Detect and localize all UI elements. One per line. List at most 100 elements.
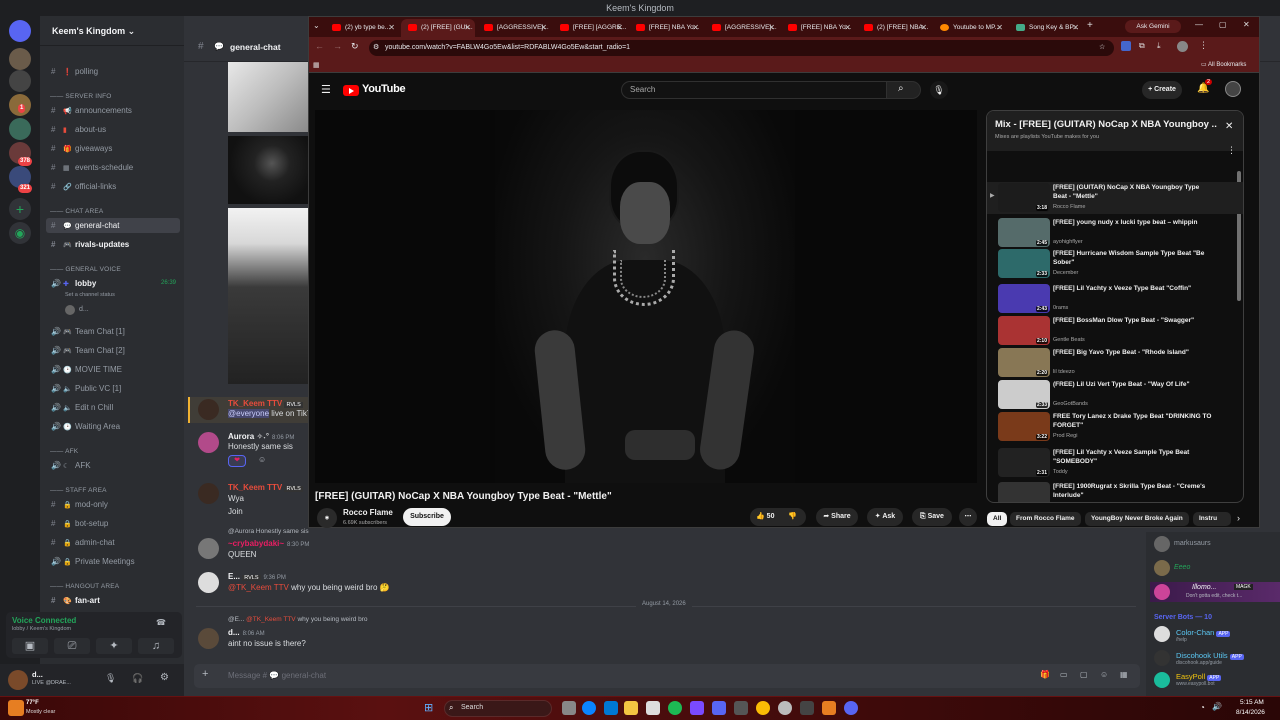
gif-icon[interactable]: ▭	[1060, 670, 1068, 679]
app-icon[interactable]	[778, 701, 792, 715]
extension-icon[interactable]	[1121, 41, 1131, 51]
discover-icon[interactable]: ◉	[9, 222, 31, 244]
microphone-icon[interactable]: 🎙	[105, 673, 116, 684]
taskbar-search[interactable]: ⌕ Search	[444, 700, 552, 717]
member-name[interactable]: Illomo...	[1192, 584, 1217, 591]
channel-rivals-updates[interactable]: # 🎮 rivals-updates	[46, 237, 180, 252]
category-afk[interactable]: —— AFK	[50, 448, 78, 455]
chat-image[interactable]	[228, 136, 308, 204]
site-info-icon[interactable]: ⚙	[373, 40, 379, 56]
message-author[interactable]: E...	[228, 572, 240, 581]
avatar[interactable]	[1154, 672, 1170, 688]
playlist-item[interactable]: 2:33 [FREE] Hurricane Wisdom Sample Type …	[987, 248, 1243, 280]
server-icon[interactable]	[9, 118, 31, 140]
channel-general-chat[interactable]: # 💬 general-chat	[46, 218, 180, 233]
member-name[interactable]: Eeeo	[1174, 564, 1190, 571]
tab-search-icon[interactable]: ⌄	[313, 21, 320, 30]
voice-channel-team-chat-1[interactable]: 🔊 🎮 Team Chat [1]	[46, 324, 180, 339]
bookmark-star-icon[interactable]: ☆	[1099, 40, 1105, 56]
browser-tab[interactable]: [FREE] NBA Yo... ✕	[629, 19, 703, 37]
add-reaction-icon[interactable]: ☺	[258, 455, 266, 464]
close-tab-icon[interactable]: ✕	[1072, 19, 1079, 37]
chrome-taskbar-icon[interactable]	[756, 701, 770, 715]
avatar[interactable]	[198, 572, 219, 593]
apps-icon[interactable]: ▦	[1120, 670, 1128, 679]
mention[interactable]: @TK_Keem TTV	[228, 583, 289, 592]
reply-preview[interactable]: @E... @TK_Keem TTV why you being weird b…	[228, 616, 368, 623]
weather-icon[interactable]	[8, 700, 24, 716]
browser-tab[interactable]: [FREE] [AGGRE... ✕	[553, 19, 627, 37]
channel-name[interactable]: Rocco Flame	[343, 508, 393, 517]
avatar[interactable]	[1154, 650, 1170, 666]
filter-chip[interactable]: Instru	[1193, 512, 1231, 526]
chat-image[interactable]	[228, 208, 308, 384]
avatar[interactable]	[198, 538, 219, 559]
close-tab-icon[interactable]: ✕	[464, 19, 471, 37]
close-tab-icon[interactable]: ✕	[768, 19, 775, 37]
apps-grid-icon[interactable]: ▦	[313, 61, 320, 69]
emoji-icon[interactable]: ☺	[1100, 670, 1108, 679]
new-tab-button[interactable]: +	[1087, 20, 1093, 31]
clock-date[interactable]: 8/14/2026	[1236, 709, 1265, 716]
spotify-icon[interactable]	[668, 701, 682, 715]
profile-avatar[interactable]	[1177, 41, 1188, 52]
server-header[interactable]: Keem's Kingdom ⌄	[40, 16, 184, 46]
extensions-puzzle-icon[interactable]: ⧉	[1139, 41, 1145, 51]
avatar[interactable]	[1154, 560, 1170, 576]
soundboard-button[interactable]: ♫	[138, 638, 174, 654]
message-composer[interactable]: + Message # 💬 general-chat 🎁 ▭ ▢ ☺ ▦	[194, 664, 1140, 688]
voice-user-name[interactable]: d...	[79, 306, 89, 313]
window-close-icon[interactable]: ✕	[1243, 20, 1250, 29]
voice-channel-waiting-area[interactable]: 🔊 🕑 Waiting Area	[46, 419, 180, 434]
bot-row[interactable]: Color-Chan APP	[1176, 628, 1231, 637]
playlist-item[interactable]: 2:10 [FREE] BossMan Dlow Type Beat - "Swa…	[987, 315, 1243, 347]
voice-location[interactable]: lobby / Keem's Kingdom	[12, 626, 71, 632]
browser-tab[interactable]: Song Key & BP... ✕	[1009, 19, 1083, 37]
channel-events-schedule[interactable]: # ▦ events-schedule	[46, 160, 180, 175]
category-chat-area[interactable]: —— CHAT AREA	[50, 208, 103, 215]
app-icon[interactable]	[844, 701, 858, 715]
playlist-item[interactable]: 3:22 FREE Tory Lanez x Drake Type Beat "D…	[987, 411, 1243, 443]
playlist-item[interactable]: 2:50[FREE] 1900Rugrat x Skrilla Type Bea…	[987, 481, 1243, 502]
close-tab-icon[interactable]: ✕	[996, 19, 1003, 37]
reply-preview[interactable]: @Aurora Honestly same sis	[228, 528, 309, 535]
playlist-menu-icon[interactable]: ⋮	[1227, 145, 1236, 156]
address-bar[interactable]: ⚙ youtube.com/watch?v=FABLW4Go5Ew&list=R…	[369, 40, 1114, 56]
browser-tab[interactable]: [FREE] NBA Yo... ✕	[781, 19, 855, 37]
camera-button[interactable]: ▣	[12, 638, 48, 654]
avatar[interactable]	[198, 432, 219, 453]
browser-tab[interactable]: (2) [FREE] NBA... ✕	[857, 19, 931, 37]
reload-icon[interactable]: ↻	[351, 41, 359, 52]
gift-icon[interactable]: 🎁	[1040, 670, 1050, 679]
voice-channel-private-meetings[interactable]: 🔊 🔒 Private Meetings	[46, 554, 180, 569]
reaction-heart[interactable]: ❤	[228, 455, 246, 467]
maximize-icon[interactable]: ▢	[1219, 20, 1227, 29]
server-icon[interactable]	[9, 48, 31, 70]
channel-about-us[interactable]: # ▮ about-us	[46, 122, 180, 137]
channel-polling[interactable]: # ❗ polling	[46, 64, 180, 79]
message-author[interactable]: d...	[228, 628, 240, 637]
filter-chip[interactable]: YoungBoy Never Broke Again	[1085, 512, 1189, 526]
message-author[interactable]: Aurora	[228, 432, 254, 441]
activities-button[interactable]: ✦	[96, 638, 132, 654]
server-icon[interactable]	[9, 70, 31, 92]
category-staff-area[interactable]: —— STAFF AREA	[50, 487, 107, 494]
channel-status[interactable]: Set a channel status	[65, 292, 115, 298]
filter-chip-all[interactable]: All	[987, 512, 1008, 526]
settings-gear-icon[interactable]: ⚙	[160, 672, 169, 683]
channel-giveaways[interactable]: # 🎁 giveaways	[46, 141, 180, 156]
user-status[interactable]: LIVE @DRAE...	[32, 680, 71, 686]
app-icon[interactable]	[690, 701, 704, 715]
home-button[interactable]	[9, 20, 31, 42]
message-author[interactable]: TK_Keem TTV	[228, 483, 282, 492]
youtube-logo-text[interactable]: YouTube	[362, 83, 406, 95]
add-server-icon[interactable]: +	[9, 198, 31, 220]
category-hangout-area[interactable]: —— HANGOUT AREA	[50, 583, 119, 590]
voice-channel-movie-time[interactable]: 🔊 🕑 MOVIE TIME	[46, 362, 180, 377]
mention[interactable]: @everyone	[228, 409, 270, 418]
microphone-icon[interactable]: 🎙	[930, 81, 948, 99]
all-bookmarks[interactable]: ▭ All Bookmarks	[1201, 61, 1246, 68]
voice-channel-lobby[interactable]: 🔊 ✚ lobby 26:39	[46, 276, 180, 291]
playlist-item[interactable]: 2:20 [FREE] Big Yavo Type Beat - "Rhode I…	[987, 347, 1243, 379]
avatar[interactable]	[198, 628, 219, 649]
